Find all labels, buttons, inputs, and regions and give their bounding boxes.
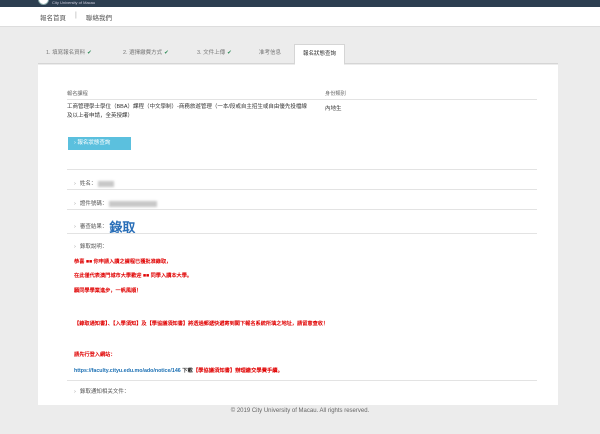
nav-home-link[interactable]: 報名首頁 [40, 12, 66, 22]
check-icon: ✔ [227, 50, 232, 56]
nav-separator: | [75, 12, 77, 19]
id-row: › 證件號碼： [74, 199, 158, 207]
step-status-query[interactable]: 報名狀態查詢 [294, 44, 346, 65]
nav-contact-link[interactable]: 聯絡我們 [86, 12, 112, 22]
course-value: 工商管理學士學位（BBA）課程（中文學制）-商務旅遊管理（一本/段或自主招生或自… [67, 104, 307, 119]
top-banner: City University of Macau [0, 0, 600, 7]
notice-line-2: 在此僅代表澳門城市大學歡迎 ■■ 同學入讀本大學。 [74, 273, 193, 279]
admission-label: 錄取說明： [79, 244, 108, 250]
name-label: 姓名： [79, 181, 97, 187]
identity-value: 內地生 [325, 106, 342, 112]
logo-text: City University of Macau [52, 0, 96, 5]
chevron-right-icon: › [74, 389, 76, 395]
download-line: https://faculty.cityu.edu.mo/ado/notice/… [74, 366, 283, 374]
step-label: 1. 填寫報名資料 [46, 50, 86, 56]
divider [67, 380, 537, 381]
download-tail: 【學協議須知書】辦理繳交學費手續。 [192, 368, 283, 374]
attachments-row[interactable]: › 錄取通知相关文件： [74, 387, 129, 395]
download-mid: 下載 [180, 368, 193, 374]
id-label: 證件號碼： [79, 201, 108, 207]
step-label: 准考信息 [259, 50, 282, 56]
divider [67, 189, 537, 190]
divider [67, 99, 537, 100]
redacted-id [109, 200, 158, 207]
chevron-right-icon: › [74, 223, 76, 230]
chevron-right-icon: › [74, 244, 76, 250]
notice-line-5: 請先行登入網站： [74, 352, 116, 358]
step-fill-info[interactable]: 1. 填寫報名資料 ✔ [38, 44, 100, 64]
notice-line-3: 願同學學業進步，一帆風順！ [74, 288, 142, 294]
admission-row: › 錄取說明： [74, 242, 107, 250]
course-label: 報名課程 [67, 91, 88, 97]
university-logo-icon [38, 0, 49, 5]
notice-line-1: 恭喜 ■■ 你申請入讀之課程已獲批准錄取， [74, 259, 172, 265]
attachments-label: 錄取通知相关文件： [79, 389, 130, 395]
status-query-button[interactable]: › 報名狀態查詢 [68, 137, 131, 150]
check-icon: ✔ [87, 50, 92, 56]
step-label: 2. 選擇繳費方式 [123, 50, 163, 56]
name-row: › 姓名： [74, 179, 115, 187]
status-panel: 報名課程 身份類別 工商管理學士學位（BBA）課程（中文學制）-商務旅遊管理（一… [38, 65, 558, 405]
chevron-right-icon: › [74, 201, 76, 207]
notice-line-4: 【錄取通知書】、【入學須知】及【學協議須知書】將透過郵遞快遞寄到閣下報名系統所填… [74, 321, 329, 327]
footer-copyright: © 2019 City University of Macau. All rig… [230, 408, 370, 414]
check-icon: ✔ [164, 50, 169, 56]
divider [67, 169, 537, 170]
navbar: 報名首頁 | 聯絡我們 [0, 7, 600, 27]
step-label: 報名狀態查詢 [303, 51, 337, 57]
divider [67, 233, 537, 234]
divider [67, 209, 537, 210]
redacted-name [98, 180, 115, 187]
chevron-right-icon: › [74, 181, 76, 187]
download-link[interactable]: https://faculty.cityu.edu.mo/ado/notice/… [74, 368, 181, 374]
review-label: 審查結果： [79, 223, 108, 230]
step-upload[interactable]: 3. 文件上傳 ✔ [189, 44, 240, 64]
step-payment[interactable]: 2. 選擇繳費方式 ✔ [115, 44, 177, 64]
step-exam-info[interactable]: 准考信息 [251, 44, 289, 64]
step-tabs: 1. 填寫報名資料 ✔ 2. 選擇繳費方式 ✔ 3. 文件上傳 ✔ 准考信息 報名狀態… [38, 44, 558, 65]
identity-label: 身份類別 [325, 91, 346, 97]
step-label: 3. 文件上傳 [197, 50, 226, 56]
